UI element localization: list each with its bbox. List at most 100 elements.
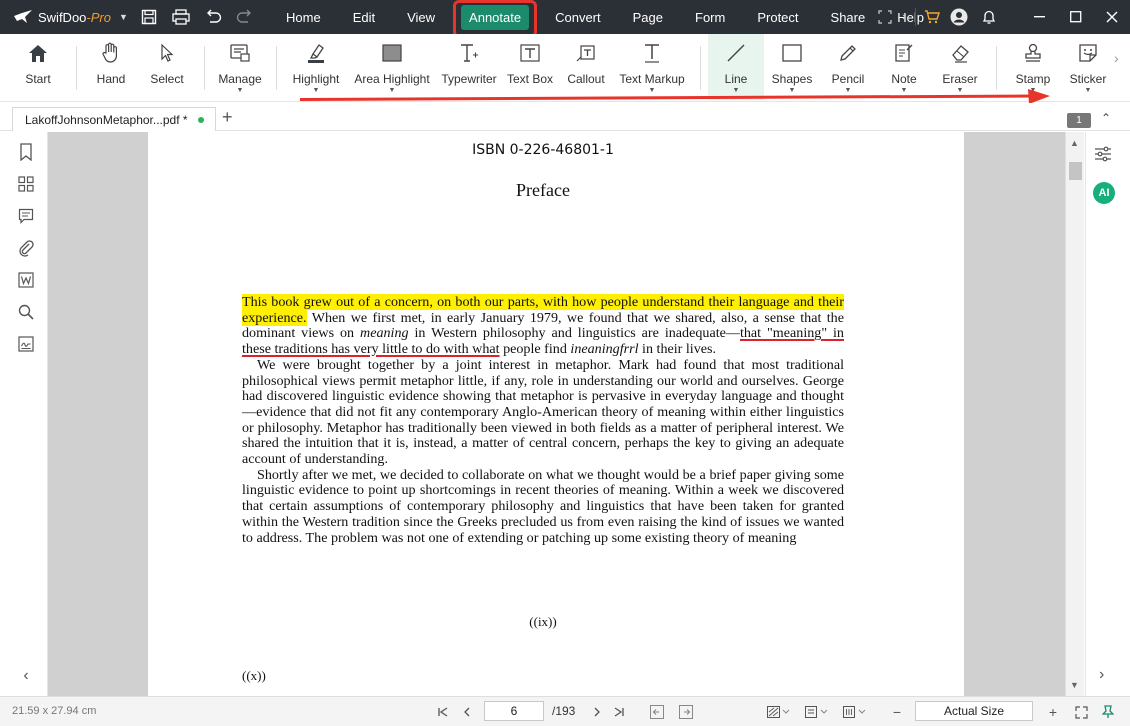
unsaved-dot-icon xyxy=(197,116,204,123)
attachment-icon[interactable] xyxy=(16,238,36,258)
ribbon-scroll-right-icon[interactable]: › xyxy=(1114,50,1119,66)
right-panel-expand-icon[interactable]: › xyxy=(1099,666,1104,684)
menu-form[interactable]: Form xyxy=(679,0,741,34)
manage-button[interactable]: Manage ▼ xyxy=(214,34,266,100)
callout-label: Callout xyxy=(567,72,605,86)
document-tab[interactable]: LakoffJohnsonMetaphor...pdf * xyxy=(12,107,216,131)
sticker-icon xyxy=(1077,34,1099,72)
cart-icon[interactable] xyxy=(920,0,944,34)
document-canvas: ISBN 0-226-46801-1 Preface This book gre… xyxy=(48,132,1065,696)
vertical-scrollbar[interactable]: ▲ ▼ xyxy=(1065,132,1084,696)
sidebar-collapse-icon[interactable]: ‹ xyxy=(16,666,36,686)
note-label: Note xyxy=(891,72,917,86)
area-highlight-label: Area Highlight xyxy=(354,72,430,86)
last-page-icon[interactable] xyxy=(612,703,626,721)
menu-protect[interactable]: Protect xyxy=(741,0,814,34)
eraser-label: Eraser xyxy=(942,72,978,86)
page-display-mode-icon[interactable] xyxy=(766,703,792,721)
menu-convert[interactable]: Convert xyxy=(539,0,617,34)
hand-tool-button[interactable]: Hand xyxy=(92,34,130,100)
search-icon[interactable] xyxy=(16,302,36,322)
actual-size-mode-icon[interactable] xyxy=(842,703,868,721)
bookmark-icon[interactable] xyxy=(16,142,36,162)
sticker-button[interactable]: Sticker ▼ xyxy=(1066,34,1110,100)
paragraph-1: This book grew out of a concern, on both… xyxy=(242,294,844,358)
ocr-icon[interactable] xyxy=(873,0,897,34)
next-page-icon[interactable] xyxy=(590,703,604,721)
account-icon[interactable] xyxy=(944,0,974,34)
separator xyxy=(996,46,997,90)
text-run: in their lives. xyxy=(638,341,717,358)
text-markup-label: Text Markup xyxy=(619,72,685,86)
page-number-label: ((ix)) xyxy=(529,614,557,629)
more-chevron-icon[interactable]: › xyxy=(897,0,911,34)
thumbnails-icon[interactable] xyxy=(16,174,36,194)
menu-share[interactable]: Share xyxy=(815,0,882,34)
chevron-down-icon: ▼ xyxy=(236,87,244,94)
text-run: in Western philosophy and linguistics ar… xyxy=(408,325,740,342)
word-icon[interactable] xyxy=(16,270,36,290)
app-menu-caret-icon[interactable]: ▼ xyxy=(119,12,128,22)
manage-label: Manage xyxy=(218,72,262,86)
settings-sliders-icon[interactable] xyxy=(1094,146,1112,165)
scroll-up-icon[interactable]: ▲ xyxy=(1070,138,1079,148)
scroll-thumb[interactable] xyxy=(1069,162,1082,180)
hand-label: Hand xyxy=(96,72,126,86)
zoom-out-icon[interactable]: − xyxy=(890,703,904,721)
menu-annotate[interactable]: Annotate xyxy=(451,0,539,38)
preface-body: This book grew out of a concern, on both… xyxy=(242,294,844,546)
current-page-input[interactable]: 6 xyxy=(484,701,544,721)
next-page-number-label: ((x)) xyxy=(242,668,266,683)
menu-page[interactable]: Page xyxy=(617,0,679,34)
print-icon[interactable] xyxy=(170,6,192,28)
separator xyxy=(700,46,701,90)
separator xyxy=(76,46,77,90)
menu-edit[interactable]: Edit xyxy=(337,0,391,34)
first-page-icon[interactable] xyxy=(436,703,450,721)
menu-view[interactable]: View xyxy=(391,0,451,34)
comment-icon[interactable] xyxy=(16,206,36,226)
bell-icon[interactable] xyxy=(974,0,1004,34)
select-tool-button[interactable]: Select xyxy=(148,34,186,100)
pin-icon[interactable] xyxy=(1100,703,1116,721)
separator xyxy=(915,8,916,26)
text-markup-icon xyxy=(641,34,663,72)
collapse-ribbon-icon[interactable]: ⌃ xyxy=(1101,111,1111,125)
eraser-icon xyxy=(949,34,971,72)
signature-icon[interactable] xyxy=(16,334,36,354)
manage-icon xyxy=(229,34,251,72)
typewriter-icon xyxy=(458,34,480,72)
ai-assistant-button[interactable]: AI xyxy=(1093,182,1115,204)
swifdoo-bird-icon xyxy=(14,10,32,23)
redo-icon[interactable] xyxy=(234,6,256,28)
app-edition: -Pro xyxy=(86,9,111,25)
shapes-label: Shapes xyxy=(771,72,813,86)
fullscreen-icon[interactable] xyxy=(1072,703,1090,721)
line-icon xyxy=(725,34,747,72)
save-icon[interactable] xyxy=(138,6,160,28)
zoom-level-select[interactable]: Actual Size xyxy=(915,701,1033,721)
prev-page-icon[interactable] xyxy=(460,703,474,721)
total-pages: /193 xyxy=(552,704,576,718)
next-view-icon[interactable] xyxy=(678,703,694,721)
area-highlight-icon xyxy=(381,34,403,72)
menu-home[interactable]: Home xyxy=(270,0,337,34)
minimize-icon[interactable] xyxy=(1022,0,1058,34)
undo-icon[interactable] xyxy=(202,6,224,28)
close-icon[interactable] xyxy=(1094,0,1130,34)
main-menu: Home Edit View Annotate Convert Page For… xyxy=(270,0,940,38)
zoom-in-icon[interactable]: + xyxy=(1046,703,1060,721)
typewriter-label: Typewriter xyxy=(441,72,497,86)
scroll-mode-icon[interactable] xyxy=(804,703,830,721)
start-button[interactable]: Start xyxy=(18,34,58,100)
add-tab-icon[interactable]: + xyxy=(222,107,233,128)
square-shape-icon xyxy=(781,34,803,72)
app-logo[interactable]: SwifDoo -Pro ▼ xyxy=(0,0,132,34)
status-bar: 21.59 x 27.94 cm 6 /193 − Actual Size + xyxy=(0,696,1130,726)
pdf-page[interactable]: ISBN 0-226-46801-1 Preface This book gre… xyxy=(148,132,964,696)
stamp-label: Stamp xyxy=(1015,72,1051,86)
maximize-icon[interactable] xyxy=(1058,0,1094,34)
separator xyxy=(204,46,205,90)
scroll-down-icon[interactable]: ▼ xyxy=(1070,680,1079,690)
previous-view-icon[interactable] xyxy=(649,703,665,721)
